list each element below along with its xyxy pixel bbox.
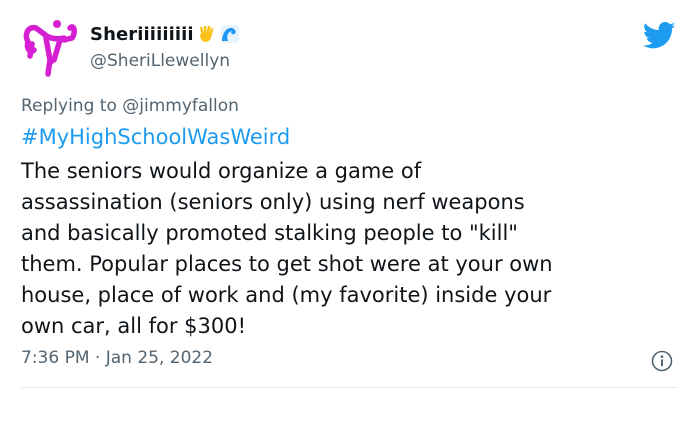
replying-to: Replying to @jimmyfallon xyxy=(21,96,239,116)
info-icon[interactable] xyxy=(651,350,673,372)
tweet-text: The seniors would organize a game of ass… xyxy=(21,156,681,342)
twitter-bird-icon[interactable] xyxy=(642,22,676,49)
replying-to-link[interactable]: @jimmyfallon xyxy=(122,96,239,116)
vulcan-salute-emoji-icon xyxy=(197,24,217,44)
user-handle[interactable]: @SheriLlewellyn xyxy=(90,51,230,71)
tweet-text-line: them. Popular places to get shot were at… xyxy=(21,252,553,276)
tweet-text-line: house, place of work and (my favorite) i… xyxy=(21,283,552,307)
tweet-text-line: own car, all for $300! xyxy=(21,314,247,338)
replying-prefix: Replying to xyxy=(21,96,117,116)
tweet-card: Sheriiiiiiiii @SheriLlewellyn Replying t… xyxy=(0,0,700,441)
author-name-row: Sheriiiiiiiii xyxy=(90,22,240,46)
water-wave-emoji-icon xyxy=(220,24,240,44)
avatar[interactable] xyxy=(20,16,78,80)
tweet-text-line: The seniors would organize a game of xyxy=(21,159,422,183)
divider xyxy=(21,387,677,388)
tweet-text-line: assassination (seniors only) using nerf … xyxy=(21,190,525,214)
uterus-logo-icon xyxy=(23,20,77,77)
hashtag-link[interactable]: #MyHighSchoolWasWeird xyxy=(21,125,290,149)
tweet-text-line: and basically promoted stalking people t… xyxy=(21,221,518,245)
tweet-timestamp[interactable]: 7:36 PM · Jan 25, 2022 xyxy=(21,348,213,368)
display-name[interactable]: Sheriiiiiiiii xyxy=(90,24,194,45)
